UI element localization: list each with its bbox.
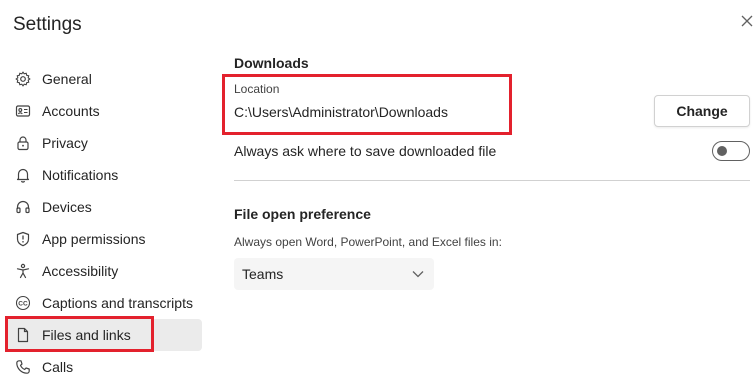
close-icon [741, 15, 753, 27]
file-open-title: File open preference [234, 206, 371, 222]
settings-title: Settings [13, 14, 82, 35]
sidebar-item-general[interactable]: General [6, 63, 202, 95]
sidebar-item-privacy[interactable]: Privacy [6, 127, 202, 159]
sidebar-item-calls[interactable]: Calls [6, 351, 202, 383]
sidebar-item-label: Devices [42, 199, 92, 215]
cc-icon: CC [14, 294, 32, 312]
always-ask-label: Always ask where to save downloaded file [234, 143, 497, 159]
close-button[interactable] [738, 12, 753, 30]
headset-icon [14, 198, 32, 216]
phone-icon [14, 358, 32, 376]
sidebar-item-captions[interactable]: CC Captions and transcripts [6, 287, 202, 319]
sidebar-item-label: Captions and transcripts [42, 295, 193, 311]
sidebar-item-label: General [42, 71, 92, 87]
sidebar-item-label: Files and links [42, 327, 131, 343]
sidebar-item-label: Calls [42, 359, 74, 375]
toggle-knob [717, 146, 727, 156]
lock-icon [14, 134, 32, 152]
id-card-icon [14, 102, 32, 120]
downloads-title: Downloads [234, 55, 309, 71]
file-open-select-value: Teams [242, 266, 284, 282]
sidebar-item-accessibility[interactable]: Accessibility [6, 255, 202, 287]
sidebar-item-devices[interactable]: Devices [6, 191, 202, 223]
sidebar-item-files-and-links[interactable]: Files and links [6, 319, 202, 351]
sidebar-item-label: Privacy [42, 135, 88, 151]
sidebar-item-accounts[interactable]: Accounts [6, 95, 202, 127]
sidebar-item-label: Accessibility [42, 263, 119, 279]
sidebar-item-label: App permissions [42, 231, 146, 247]
file-open-description: Always open Word, PowerPoint, and Excel … [234, 235, 502, 249]
shield-icon [14, 230, 32, 248]
gear-icon [14, 70, 32, 88]
file-open-select[interactable]: Teams [234, 258, 434, 290]
chevron-down-icon [412, 270, 424, 278]
section-divider [234, 180, 750, 181]
accessibility-icon [14, 262, 32, 280]
sidebar-item-label: Notifications [42, 167, 119, 183]
change-button[interactable]: Change [654, 95, 750, 127]
location-path: C:\Users\Administrator\Downloads [234, 104, 448, 120]
sidebar-item-label: Accounts [42, 103, 100, 119]
svg-text:CC: CC [18, 300, 28, 307]
sidebar-item-app-permissions[interactable]: App permissions [6, 223, 202, 255]
location-label: Location [234, 82, 280, 96]
bell-icon [14, 166, 32, 184]
file-icon [14, 326, 32, 344]
sidebar-item-notifications[interactable]: Notifications [6, 159, 202, 191]
always-ask-toggle[interactable] [712, 141, 750, 161]
